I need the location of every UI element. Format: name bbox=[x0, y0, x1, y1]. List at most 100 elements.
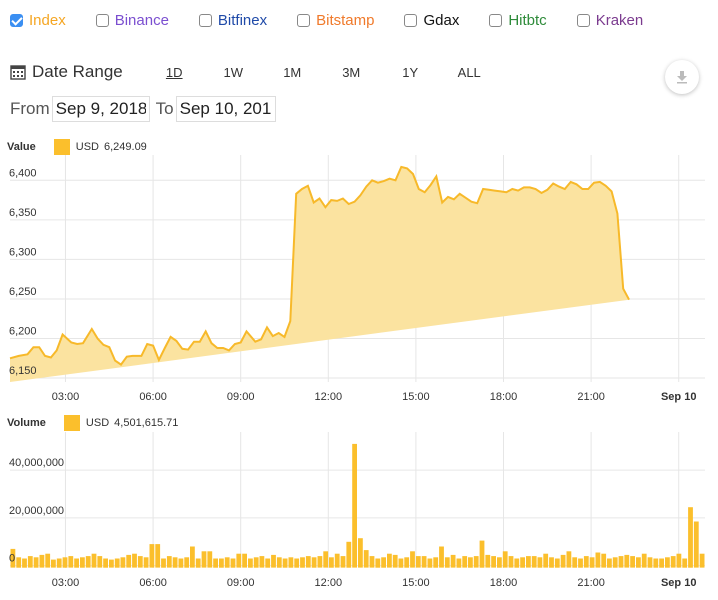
volume-bar bbox=[537, 557, 543, 568]
volume-bar bbox=[97, 556, 103, 568]
exchange-toggle-gdax[interactable]: Gdax bbox=[404, 12, 459, 29]
volume-bar bbox=[392, 554, 398, 568]
volume-bar bbox=[375, 558, 381, 568]
volume-bar bbox=[259, 556, 265, 568]
value-y-tick-label: 6,400 bbox=[9, 167, 37, 179]
checkbox[interactable] bbox=[10, 14, 23, 27]
volume-bar bbox=[653, 558, 659, 568]
volume-bar bbox=[346, 541, 352, 568]
volume-bar bbox=[253, 557, 259, 568]
range-button-3m[interactable]: 3M bbox=[322, 65, 381, 80]
range-button-all[interactable]: ALL bbox=[440, 65, 499, 80]
volume-bar bbox=[265, 558, 271, 568]
value-y-tick-label: 6,300 bbox=[9, 246, 37, 258]
exchange-label: Gdax bbox=[423, 12, 460, 29]
value-x-tick-label: Sep 10 bbox=[661, 391, 696, 403]
volume-bar bbox=[236, 553, 242, 568]
volume-x-tick-label: 03:00 bbox=[52, 577, 80, 589]
checkbox[interactable] bbox=[95, 14, 109, 27]
volume-x-tick-label: 06:00 bbox=[139, 577, 167, 589]
volume-bar bbox=[578, 558, 583, 568]
volume-bar bbox=[91, 553, 97, 568]
range-button-1m[interactable]: 1M bbox=[263, 65, 322, 80]
volume-bar bbox=[427, 558, 433, 568]
exchange-toggle-hitbtc[interactable]: Hitbtc bbox=[489, 12, 547, 29]
exchange-toggle-index[interactable]: Index bbox=[10, 12, 66, 29]
volume-bar bbox=[670, 556, 676, 568]
exchange-toggle-kraken[interactable]: Kraken bbox=[576, 12, 644, 29]
volume-bar bbox=[22, 558, 27, 568]
volume-bar bbox=[80, 557, 85, 568]
calendar-icon bbox=[10, 65, 26, 80]
range-button-1d[interactable]: 1D bbox=[145, 65, 204, 80]
volume-bar bbox=[132, 553, 137, 568]
exchange-label: Hitbtc bbox=[508, 12, 547, 29]
volume-bar bbox=[334, 553, 340, 568]
volume-bar bbox=[479, 540, 485, 568]
volume-bar bbox=[172, 557, 178, 568]
volume-bar bbox=[502, 551, 508, 568]
volume-x-tick-label: 12:00 bbox=[315, 577, 343, 589]
value-x-tick-label: 18:00 bbox=[490, 391, 518, 403]
volume-bar bbox=[45, 553, 51, 568]
volume-bar bbox=[329, 557, 334, 568]
to-label: To bbox=[155, 99, 174, 118]
volume-bar bbox=[161, 558, 166, 568]
value-legend-swatch bbox=[53, 139, 70, 155]
from-date-input[interactable] bbox=[51, 96, 150, 122]
value-y-tick-label: 6,200 bbox=[9, 325, 37, 337]
volume-bar bbox=[491, 556, 496, 568]
checkbox[interactable] bbox=[576, 14, 590, 27]
volume-bar bbox=[688, 507, 693, 568]
volume-bar bbox=[213, 558, 218, 568]
exchange-label: Bitstamp bbox=[316, 12, 375, 29]
checkbox[interactable] bbox=[404, 14, 418, 27]
volume-x-tick-label: 15:00 bbox=[402, 577, 430, 589]
volume-bar bbox=[508, 556, 514, 568]
to-date-input[interactable] bbox=[175, 96, 276, 122]
volume-bar bbox=[103, 558, 108, 568]
volume-chart[interactable]: 0 20,000,000 40,000,000 03:00 06:00 09:00 12:0… bbox=[0, 432, 718, 597]
volume-bar bbox=[56, 558, 62, 568]
exchange-toggle-bitfinex[interactable]: Bitfinex bbox=[198, 12, 267, 29]
volume-bar bbox=[369, 556, 375, 568]
volume-bar bbox=[120, 557, 126, 568]
volume-bar bbox=[630, 556, 635, 568]
volume-bar bbox=[39, 554, 45, 568]
download-button[interactable] bbox=[665, 60, 699, 94]
range-button-1y[interactable]: 1Y bbox=[381, 65, 440, 80]
value-x-tick-label: 06:00 bbox=[139, 391, 167, 403]
value-legend-title: Value bbox=[7, 141, 36, 153]
range-toolbar: Date Range 1D 1W 1M 3M 1Y ALL bbox=[10, 62, 499, 82]
volume-legend: Volume USD 4,501,615.71 bbox=[7, 415, 178, 431]
volume-bar bbox=[149, 544, 155, 568]
volume-bar bbox=[62, 557, 68, 568]
value-chart[interactable]: 6,150 6,200 6,250 6,300 6,350 6,400 03:00 06:00… bbox=[0, 155, 718, 405]
volume-bar bbox=[190, 546, 195, 568]
volume-bar bbox=[456, 558, 462, 568]
value-legend-series: USD bbox=[75, 141, 99, 153]
volume-legend-swatch bbox=[63, 415, 80, 431]
volume-bar bbox=[166, 556, 172, 568]
range-button-1w[interactable]: 1W bbox=[204, 65, 263, 80]
volume-bar bbox=[433, 557, 439, 568]
checkbox[interactable] bbox=[198, 14, 212, 27]
volume-bar bbox=[230, 558, 236, 568]
exchange-toggle-binance[interactable]: Binance bbox=[95, 12, 169, 29]
exchange-label: Kraken bbox=[595, 12, 644, 29]
volume-bar bbox=[462, 556, 468, 568]
value-x-tick-label: 09:00 bbox=[227, 391, 255, 403]
volume-legend-series: USD bbox=[85, 417, 110, 429]
volume-bar bbox=[676, 553, 682, 568]
volume-bar bbox=[317, 556, 323, 568]
volume-bar bbox=[526, 556, 531, 568]
volume-bar bbox=[126, 554, 132, 568]
volume-bar bbox=[207, 551, 213, 568]
checkbox[interactable] bbox=[489, 14, 503, 27]
checkbox[interactable] bbox=[297, 14, 311, 27]
exchange-toggle-bitstamp[interactable]: Bitstamp bbox=[297, 12, 374, 29]
volume-bar bbox=[410, 551, 415, 568]
volume-bar bbox=[305, 556, 311, 568]
volume-bar bbox=[641, 553, 647, 568]
volume-bar bbox=[352, 443, 357, 568]
